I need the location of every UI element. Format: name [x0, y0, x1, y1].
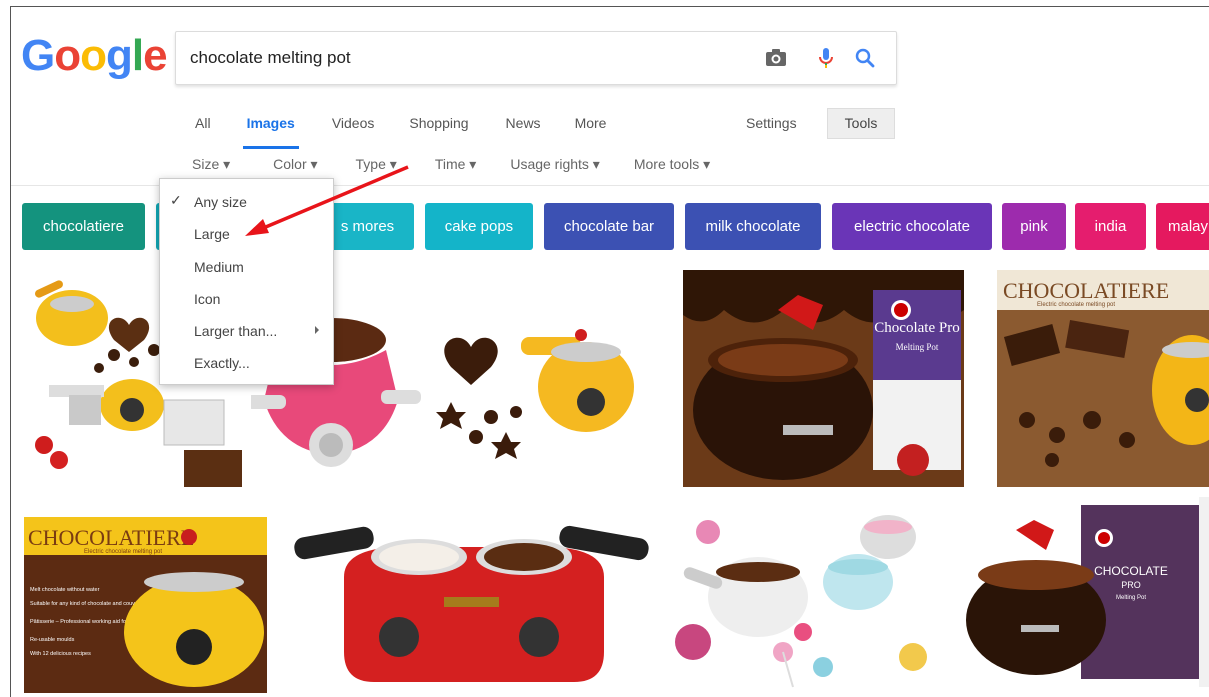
product-image: Chocolate Pro Melting Pot: [683, 270, 964, 487]
svg-text:Chocolate Pro: Chocolate Pro: [874, 320, 959, 336]
svg-text:CHOCOLATIERE: CHOCOLATIERE: [28, 525, 194, 550]
tab-news[interactable]: News: [506, 113, 541, 143]
more-tools-filter[interactable]: More tools ▾: [634, 156, 710, 178]
tab-all[interactable]: All: [195, 113, 211, 143]
color-filter[interactable]: Color ▾: [273, 156, 317, 178]
usage-rights-filter[interactable]: Usage rights ▾: [510, 156, 600, 178]
logo-letter: g: [106, 31, 133, 80]
settings-link[interactable]: Settings: [746, 115, 797, 131]
svg-text:Suitable for any kind of choco: Suitable for any kind of chocolate and c…: [30, 601, 149, 607]
image-result-9[interactable]: CHOCOLATE PRO Melting Pot: [961, 505, 1200, 679]
size-filter[interactable]: Size ▾: [192, 156, 230, 178]
chip-india[interactable]: india: [1075, 203, 1146, 250]
svg-text:Electric chocolate melting pot: Electric chocolate melting pot: [1037, 302, 1115, 308]
svg-text:Re-usable moulds: Re-usable moulds: [30, 637, 75, 643]
google-logo[interactable]: Google: [21, 31, 168, 81]
image-result-7[interactable]: [279, 517, 660, 693]
svg-text:CHOCOLATE: CHOCOLATE: [1094, 564, 1168, 578]
svg-text:With 12 delicious recipes: With 12 delicious recipes: [30, 651, 91, 657]
microphone-icon[interactable]: [813, 45, 839, 71]
product-image: [675, 515, 927, 688]
search-tabs: All Images Videos Shopping News More: [195, 113, 642, 149]
search-icon[interactable]: [852, 45, 878, 71]
tools-bar: Size ▾ Color ▾ Type ▾ Time ▾ Usage right…: [192, 156, 744, 178]
type-filter[interactable]: Type ▾: [356, 156, 397, 178]
search-box: [175, 31, 897, 85]
svg-text:CHOCOLATIERE: CHOCOLATIERE: [1003, 278, 1169, 303]
logo-letter: o: [80, 31, 107, 80]
time-filter[interactable]: Time ▾: [435, 156, 477, 178]
search-input[interactable]: [176, 32, 736, 84]
image-result-5[interactable]: CHOCOLATIERE Electric chocolate melting …: [997, 270, 1209, 487]
size-option-large[interactable]: Large: [194, 226, 230, 242]
check-icon: ✓: [170, 192, 182, 208]
svg-text:Melting Pot: Melting Pot: [896, 342, 939, 352]
tab-shopping[interactable]: Shopping: [409, 113, 468, 143]
logo-letter: e: [143, 31, 168, 80]
logo-letter: G: [21, 31, 55, 80]
image-result-8[interactable]: [663, 502, 950, 692]
size-option-icon[interactable]: Icon: [194, 291, 220, 307]
logo-letter: o: [54, 31, 81, 80]
tab-images[interactable]: Images: [242, 113, 300, 149]
size-option-exactly[interactable]: Exactly...: [194, 355, 250, 371]
product-image: CHOCOLATE PRO Melting Pot: [966, 505, 1200, 679]
product-image: CHOCOLATIERE Electric chocolate melting …: [997, 270, 1209, 487]
chip-milk-chocolate[interactable]: milk chocolate: [685, 203, 821, 250]
browser-viewport: Google All Images Videos Shopping News M…: [10, 6, 1209, 697]
size-dropdown-menu: ✓ Any size Large Medium Icon Larger than…: [159, 178, 334, 385]
product-image: CHOCOLATIERE Electric chocolate melting …: [24, 517, 267, 693]
chip-electric-chocolate[interactable]: electric chocolate: [832, 203, 992, 250]
image-result-6[interactable]: CHOCOLATIERE Electric chocolate melting …: [24, 517, 267, 693]
chip-chocolate-bar[interactable]: chocolate bar: [544, 203, 674, 250]
chip-malay[interactable]: malay: [1156, 203, 1209, 250]
tab-more[interactable]: More: [575, 113, 607, 143]
size-option-larger-than[interactable]: Larger than...: [194, 323, 277, 339]
svg-text:Melt chocolate without water: Melt chocolate without water: [30, 587, 100, 593]
size-option-any-size[interactable]: Any size: [194, 194, 247, 210]
svg-text:Electric chocolate melting pot: Electric chocolate melting pot: [84, 549, 162, 555]
product-image: [294, 525, 649, 682]
chip-chocolatiere[interactable]: chocolatiere: [22, 203, 145, 250]
camera-icon[interactable]: [763, 45, 789, 71]
tools-button[interactable]: Tools: [827, 108, 895, 139]
product-image: [436, 329, 634, 459]
logo-letter: l: [131, 31, 144, 80]
tab-videos[interactable]: Videos: [332, 113, 375, 143]
svg-text:PRO: PRO: [1121, 580, 1141, 590]
submenu-arrow-icon: [315, 326, 319, 334]
chip-pink[interactable]: pink: [1002, 203, 1066, 250]
image-result-3[interactable]: [431, 307, 648, 462]
chip-cake-pops[interactable]: cake pops: [425, 203, 533, 250]
size-option-medium[interactable]: Medium: [194, 259, 244, 275]
svg-text:Melting Pot: Melting Pot: [1116, 595, 1146, 601]
image-result-4[interactable]: Chocolate Pro Melting Pot: [683, 270, 964, 487]
image-result-10[interactable]: [1199, 497, 1209, 687]
